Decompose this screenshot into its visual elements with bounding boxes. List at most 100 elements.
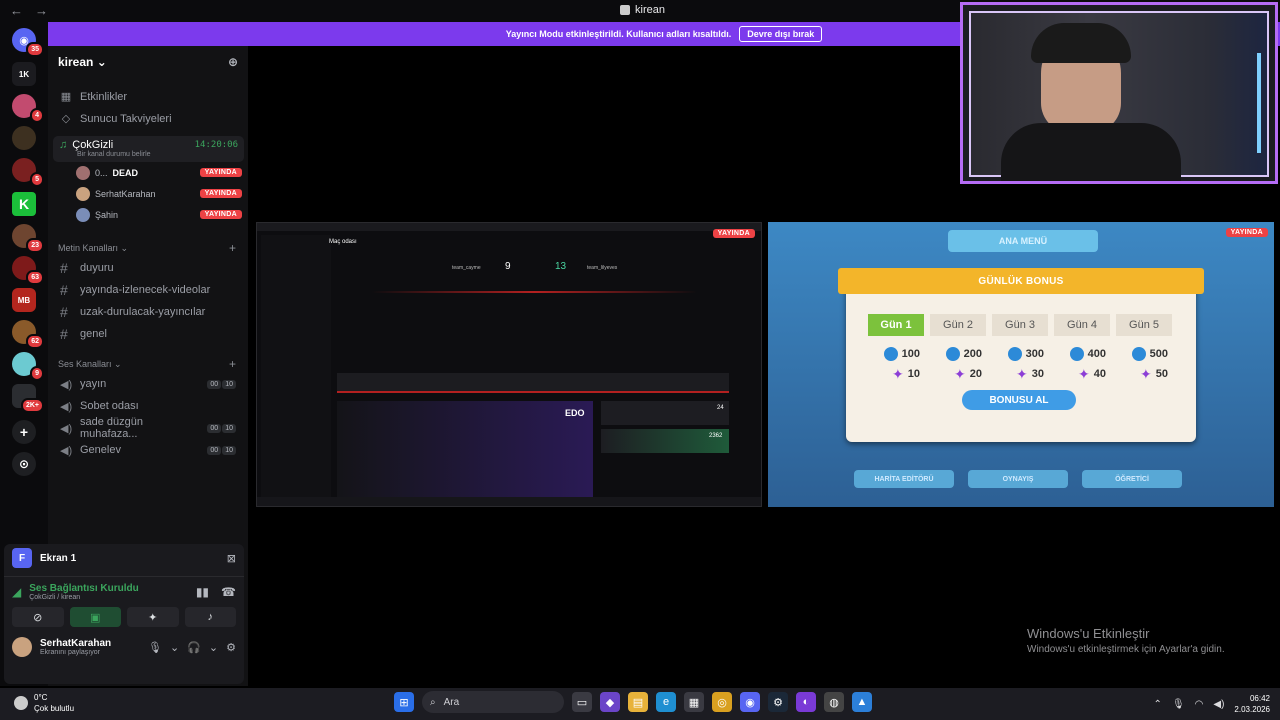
- activities-button[interactable]: ✦: [127, 607, 179, 627]
- close-stream-icon[interactable]: ⊠: [227, 552, 236, 565]
- day-tab[interactable]: Gün 2: [930, 314, 986, 336]
- server-icon-kick[interactable]: K: [12, 192, 36, 216]
- text-channel[interactable]: # uzak-durulacak-yayıncılar: [48, 301, 248, 323]
- screen-share-stream[interactable]: Maç odası team_cayme 9 13 team_lilyeves …: [256, 222, 762, 507]
- add-server-icon[interactable]: +: [12, 420, 36, 444]
- daily-bonus-dialog: GÜNLÜK BONUS Gün 1 Gün 2 Gün 3 Gün 4 Gün…: [838, 268, 1204, 442]
- microphone-icon[interactable]: 🎙: [1172, 699, 1185, 710]
- avatar[interactable]: [12, 637, 32, 657]
- coin-icon: [945, 347, 960, 361]
- obs-icon[interactable]: ◍: [824, 692, 844, 712]
- back-button[interactable]: ←: [10, 3, 23, 18]
- forward-button[interactable]: →: [35, 3, 48, 18]
- chevron-up-icon[interactable]: ⌃: [1154, 699, 1162, 710]
- server-icon[interactable]: 9: [12, 352, 44, 381]
- map-editor-button[interactable]: HARİTA EDİTÖRÜ: [854, 470, 954, 488]
- server-folder-icon[interactable]: 2K+: [12, 384, 44, 413]
- day-tab[interactable]: Gün 5: [1116, 314, 1172, 336]
- disable-streamer-mode-button[interactable]: Devre dışı bırak: [739, 26, 823, 42]
- server-icon[interactable]: 62: [12, 320, 44, 349]
- soundboard-button[interactable]: ♪: [184, 607, 236, 627]
- app-icon[interactable]: ◐: [796, 692, 816, 712]
- text-channel[interactable]: # duyuru: [48, 257, 248, 279]
- voice-member[interactable]: SerhatKarahan YAYINDA: [48, 183, 248, 204]
- voice-location[interactable]: ÇokGizli / kirean: [29, 594, 138, 601]
- gear-icon[interactable]: ⚙: [226, 641, 236, 654]
- edge-icon[interactable]: e: [656, 692, 676, 712]
- game-icon[interactable]: ▲: [852, 692, 872, 712]
- voice-channel[interactable]: ◀) Sobet odası: [48, 395, 248, 417]
- server-name: kirean ⌄: [58, 55, 107, 69]
- avatar: [76, 186, 90, 201]
- server-icon-megabonk[interactable]: MB: [12, 288, 36, 312]
- voice-channel[interactable]: ◀) Genelev 00 10: [48, 439, 248, 461]
- camera-off-button[interactable]: ⊘: [12, 607, 64, 627]
- search-box[interactable]: ⌕ Ara: [422, 691, 564, 713]
- day-tab[interactable]: Gün 3: [992, 314, 1048, 336]
- stream-preview-row[interactable]: F Ekran 1 ⊠: [4, 544, 244, 572]
- unread-badge: 4: [30, 108, 44, 123]
- clock[interactable]: 06:42 2.03.2026: [1234, 693, 1270, 715]
- chevron-down-icon[interactable]: ⌄: [209, 641, 218, 654]
- member-name: SerhatKarahan: [95, 188, 156, 199]
- task-view-icon[interactable]: ▭: [572, 692, 592, 712]
- screen-share-button[interactable]: ▣: [69, 607, 121, 627]
- headset-icon[interactable]: 🎧: [187, 641, 201, 654]
- coin-icon: [1069, 347, 1084, 361]
- tutorial-button[interactable]: ÖĞRETİCİ: [1082, 470, 1182, 488]
- active-voice-channel[interactable]: ♫ ÇokGizli 14:20:06 Bir kanal durumu bel…: [53, 136, 244, 162]
- file-explorer-icon[interactable]: ▤: [628, 692, 648, 712]
- day-tab[interactable]: Gün 1: [868, 314, 924, 336]
- claim-bonus-button[interactable]: BONUSU AL: [962, 390, 1076, 410]
- start-icon[interactable]: ⊞: [394, 692, 414, 712]
- invite-people-icon[interactable]: ⊕: [228, 55, 238, 69]
- server-icon-1kreal[interactable]: 1K: [12, 62, 36, 86]
- coin-amount: 100: [901, 348, 920, 360]
- volume-icon[interactable]: ◀): [1213, 699, 1224, 710]
- discord-icon[interactable]: ◉: [740, 692, 760, 712]
- channel-name: yayında-izlenecek-videolar: [80, 284, 211, 296]
- server-icon[interactable]: [12, 126, 36, 150]
- microphone-icon[interactable]: 🎙: [148, 641, 162, 654]
- server-icon[interactable]: 63: [12, 256, 44, 285]
- copilot-icon[interactable]: ◆: [600, 692, 620, 712]
- store-icon[interactable]: ▦: [684, 692, 704, 712]
- text-channel[interactable]: # genel: [48, 323, 248, 345]
- add-channel-button[interactable]: +: [229, 357, 236, 371]
- dialog-title: GÜNLÜK BONUS: [838, 268, 1204, 294]
- direct-messages-icon[interactable]: ◉ 35: [12, 28, 44, 57]
- game-stream[interactable]: ANA MENÜ GÜNLÜK BONUS Gün 1 Gün 2 Gün 3 …: [768, 222, 1274, 507]
- text-channels-category[interactable]: Metin Kanalları ⌄ +: [48, 239, 248, 257]
- voice-channels-category[interactable]: Ses Kanalları ⌄ +: [48, 355, 248, 373]
- chrome-icon[interactable]: ◎: [712, 692, 732, 712]
- voice-member[interactable]: Şahin YAYINDA: [48, 204, 248, 225]
- channel-name: Sobet odası: [80, 400, 139, 412]
- channel-status-hint[interactable]: Bir kanal durumu belirle: [77, 151, 238, 158]
- noise-suppression-icon[interactable]: ▮▮: [196, 585, 209, 599]
- voice-member[interactable]: 0... DEAD YAYINDA: [48, 162, 248, 183]
- events-item[interactable]: ▦ Etkinlikler: [48, 86, 248, 108]
- wifi-icon[interactable]: ◠: [1195, 699, 1204, 710]
- play-button[interactable]: OYNAYIŞ: [968, 470, 1068, 488]
- add-channel-button[interactable]: +: [229, 241, 236, 255]
- discover-icon[interactable]: ⊙: [12, 452, 36, 476]
- voice-channel-name: ÇokGizli: [72, 139, 114, 151]
- voice-channel[interactable]: ◀) sade düzgün muhafaza... 00 10: [48, 416, 248, 440]
- server-icon[interactable]: 23: [12, 224, 44, 253]
- server-icon[interactable]: 4: [12, 94, 44, 123]
- day-tab[interactable]: Gün 4: [1054, 314, 1110, 336]
- weather-widget[interactable]: 0°C Çok bulutlu: [14, 692, 74, 714]
- user-count: 00: [207, 445, 222, 455]
- voice-status[interactable]: Ses Bağlantısı Kuruldu: [29, 583, 138, 594]
- room-title: Maç odası: [329, 239, 357, 245]
- server-header[interactable]: kirean ⌄ ⊕: [48, 46, 248, 78]
- chevron-down-icon[interactable]: ⌄: [170, 641, 179, 654]
- server-icon[interactable]: 5: [12, 158, 44, 187]
- server-boosts-item[interactable]: ◇ Sunucu Takviyeleri: [48, 108, 248, 130]
- steam-icon[interactable]: ⚙: [768, 692, 788, 712]
- watermark-subtitle: Windows'u etkinleştirmek için Ayarlar'a …: [1027, 644, 1225, 655]
- voice-channel[interactable]: ◀) yayın 00 10: [48, 373, 248, 395]
- calendar-icon: ▦: [60, 91, 72, 103]
- disconnect-icon[interactable]: ☎: [221, 585, 236, 599]
- text-channel[interactable]: # yayında-izlenecek-videolar: [48, 279, 248, 301]
